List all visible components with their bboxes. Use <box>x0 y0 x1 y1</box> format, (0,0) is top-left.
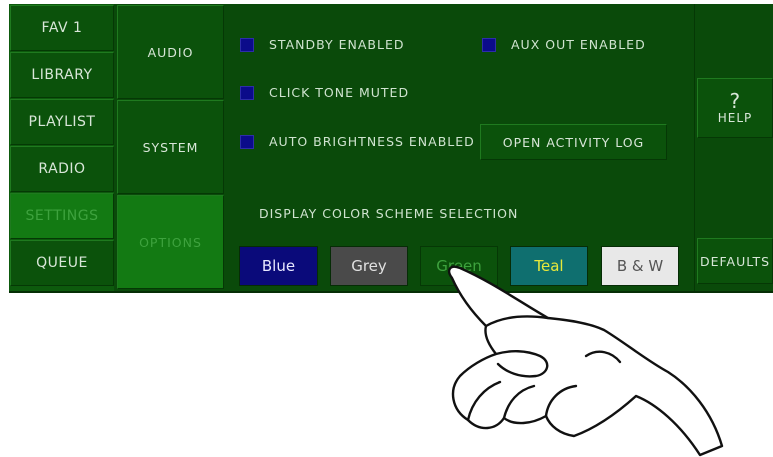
pointing-hand-icon <box>448 265 724 457</box>
